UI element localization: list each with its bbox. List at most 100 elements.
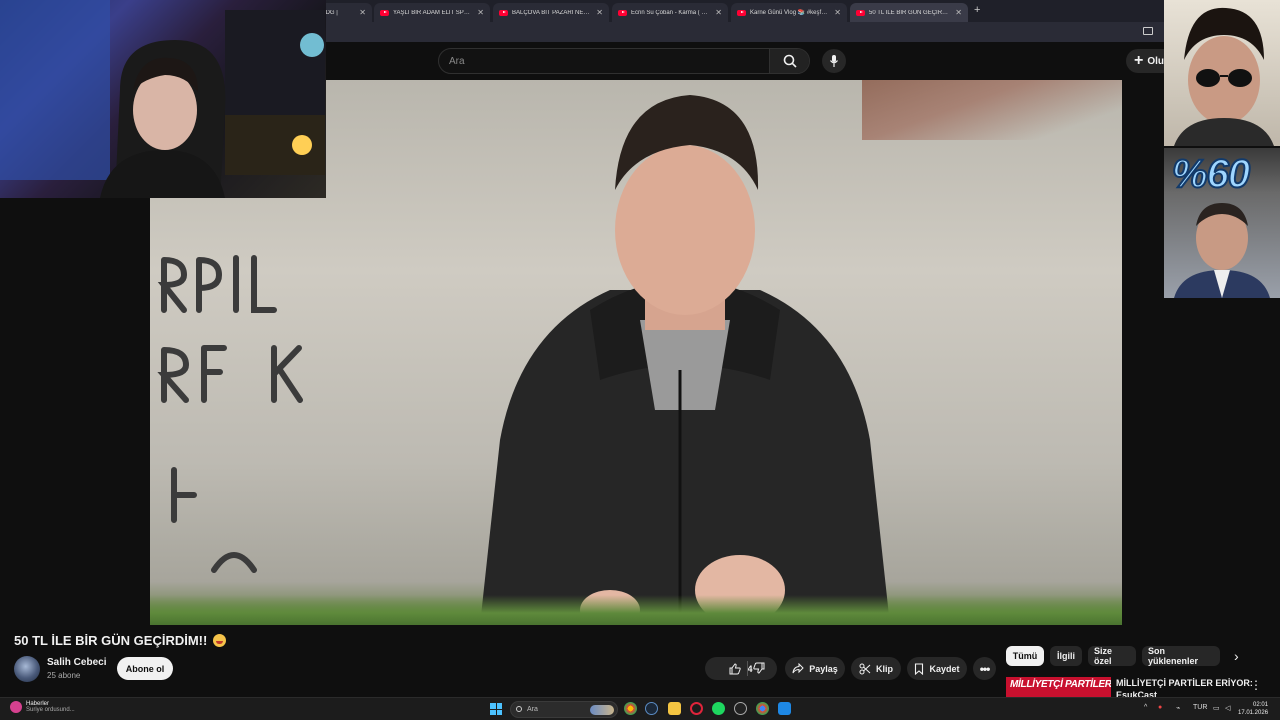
channel-avatar[interactable] (14, 656, 40, 682)
clock[interactable]: 02:01 17.01.2026 (1238, 701, 1268, 717)
chrome-active-icon[interactable] (756, 702, 769, 715)
usb-icon[interactable]: ⌁ (1176, 704, 1180, 712)
poll-overlay: %60 (1164, 148, 1280, 298)
search-icon (783, 54, 797, 68)
browser-tab[interactable]: BALÇOVA BİT PAZARI NELER Bİ... ✕ (493, 3, 609, 22)
chip-all[interactable]: Tümü (1006, 646, 1044, 666)
cast-icon[interactable] (1143, 27, 1153, 35)
search-button[interactable] (769, 49, 809, 73)
related-video-thumbnail[interactable]: MİLLİYETÇİ PARTİLER (1006, 677, 1111, 697)
github-icon[interactable] (734, 702, 747, 715)
search-box[interactable]: Ara (438, 48, 810, 74)
browser-tab-active[interactable]: 50 TL İLE BİR GÜN GEÇİRDİM!! ✕ (850, 3, 968, 22)
like-dislike-group: 4 (705, 657, 777, 680)
voice-search-button[interactable] (822, 49, 846, 73)
tab-label: 50 TL İLE BİR GÜN GEÇİRDİM!! (869, 9, 952, 16)
volume-icon[interactable]: ◁ (1225, 704, 1230, 712)
thumbs-up-icon (729, 662, 742, 674)
search-highlight-icon (590, 705, 614, 715)
search-icon (516, 706, 522, 712)
close-tab-icon[interactable]: ✕ (596, 8, 603, 17)
opera-icon[interactable] (690, 702, 703, 715)
clip-button[interactable]: Klip (851, 657, 901, 680)
start-button-windows-icon[interactable] (490, 703, 502, 715)
close-tab-icon[interactable]: ✕ (359, 8, 366, 17)
language-indicator[interactable]: TUR (1193, 704, 1207, 711)
clock-date: 17.01.2026 (1238, 710, 1269, 716)
chevron-right-icon[interactable]: › (1234, 648, 1239, 664)
channel-name[interactable]: Salih Cebeci (47, 657, 106, 668)
youtube-favicon-icon (499, 9, 508, 16)
close-tab-icon[interactable]: ✕ (477, 8, 484, 17)
windows-taskbar: Haberler Suriye ordusund... Ara ^ ● ⌁ TU… (0, 697, 1280, 720)
youtube-favicon-icon (618, 9, 627, 16)
save-label: Kaydet (929, 663, 960, 674)
like-count: 4 (747, 663, 753, 674)
app-window-icon[interactable] (778, 702, 791, 715)
more-horizontal-icon: ••• (979, 661, 991, 676)
steam-icon[interactable] (645, 702, 658, 715)
tray-app-icon[interactable]: ● (1158, 704, 1162, 711)
youtube-favicon-icon (856, 9, 865, 16)
tab-label: BALÇOVA BİT PAZARI NELER Bİ... (512, 9, 592, 16)
close-tab-icon[interactable]: ✕ (955, 8, 962, 17)
tab-label: Karne Günü Vlog 📚 #keşfet #o... (750, 10, 830, 16)
more-actions-button[interactable]: ••• (973, 657, 996, 680)
video-title-text: 50 TL İLE BİR GÜN GEÇİRDİM!! (14, 633, 208, 648)
scissors-icon (859, 663, 871, 674)
news-text: Suriye ordusund... (26, 707, 75, 713)
chip-recently-uploaded[interactable]: Son yüklenenler (1142, 646, 1220, 666)
network-icon[interactable]: ▭ (1213, 704, 1220, 712)
taskbar-search-label: Ara (527, 706, 538, 713)
clip-label: Klip (876, 663, 893, 674)
chip-for-you[interactable]: Size özel (1088, 646, 1136, 666)
file-explorer-icon[interactable] (668, 702, 681, 715)
browser-tab[interactable]: Karne Günü Vlog 📚 #keşfet #o... ✕ (731, 3, 847, 22)
guest-webcam (1164, 0, 1280, 146)
save-button[interactable]: Kaydet (907, 657, 967, 680)
spotify-icon[interactable] (712, 702, 725, 715)
streamer-webcam (0, 0, 326, 198)
plus-icon: + (1134, 52, 1144, 69)
video-frame-person (480, 95, 890, 625)
share-label: Paylaş (809, 663, 838, 674)
video-title: 50 TL İLE BİR GÜN GEÇİRDİM!! (14, 633, 227, 648)
more-vertical-icon[interactable]: ⋮ (1250, 678, 1262, 692)
close-tab-icon[interactable]: ✕ (715, 8, 722, 17)
news-widget[interactable]: Haberler Suriye ordusund... (10, 701, 75, 713)
guest-face (1174, 7, 1274, 146)
microphone-icon (830, 55, 838, 67)
chevron-up-icon[interactable]: ^ (1144, 704, 1147, 711)
browser-tab[interactable]: Ecrin Su Çoban - Karma ( Offic... ✕ (612, 3, 728, 22)
video-frame-graffiti (157, 255, 303, 573)
subscriber-count: 25 abone (47, 671, 81, 680)
youtube-favicon-icon (737, 9, 746, 16)
video-frame-grass (150, 595, 1122, 625)
tab-label: YAŞLI BİR ADAM ELİT SPORCU... (393, 9, 473, 16)
webcam-scene (0, 0, 325, 198)
chrome-icon[interactable] (624, 702, 637, 715)
news-icon (10, 701, 22, 713)
bookmark-icon (915, 662, 924, 675)
browser-tab[interactable]: YAŞLI BİR ADAM ELİT SPORCU... ✕ (374, 3, 490, 22)
subscribe-button[interactable]: Abone ol (117, 657, 173, 680)
youtube-favicon-icon (380, 9, 389, 16)
search-input[interactable]: Ara (449, 56, 465, 67)
politician-photo (1174, 203, 1270, 298)
divider (747, 661, 748, 676)
tab-label: Ecrin Su Çoban - Karma ( Offic... (631, 9, 712, 16)
new-tab-button[interactable]: + (974, 4, 980, 16)
create-label: Olu (1147, 55, 1165, 67)
share-icon (792, 663, 804, 674)
thumbs-down-icon (753, 662, 765, 674)
share-button[interactable]: Paylaş (785, 657, 845, 680)
dislike-button[interactable] (753, 662, 765, 676)
clock-time: 02:01 (1253, 702, 1269, 708)
thumbnail-text: MİLLİYETÇİ PARTİLER (1010, 679, 1111, 690)
close-tab-icon[interactable]: ✕ (834, 8, 841, 17)
related-video-title[interactable]: MİLLİYETÇİ PARTİLER ERİYOR: (1116, 678, 1253, 688)
chip-related[interactable]: İlgili (1050, 646, 1082, 666)
taskbar-search[interactable]: Ara (510, 701, 618, 718)
related-video-channel: EsukCast (1116, 690, 1158, 697)
emoji-icon (213, 634, 227, 647)
